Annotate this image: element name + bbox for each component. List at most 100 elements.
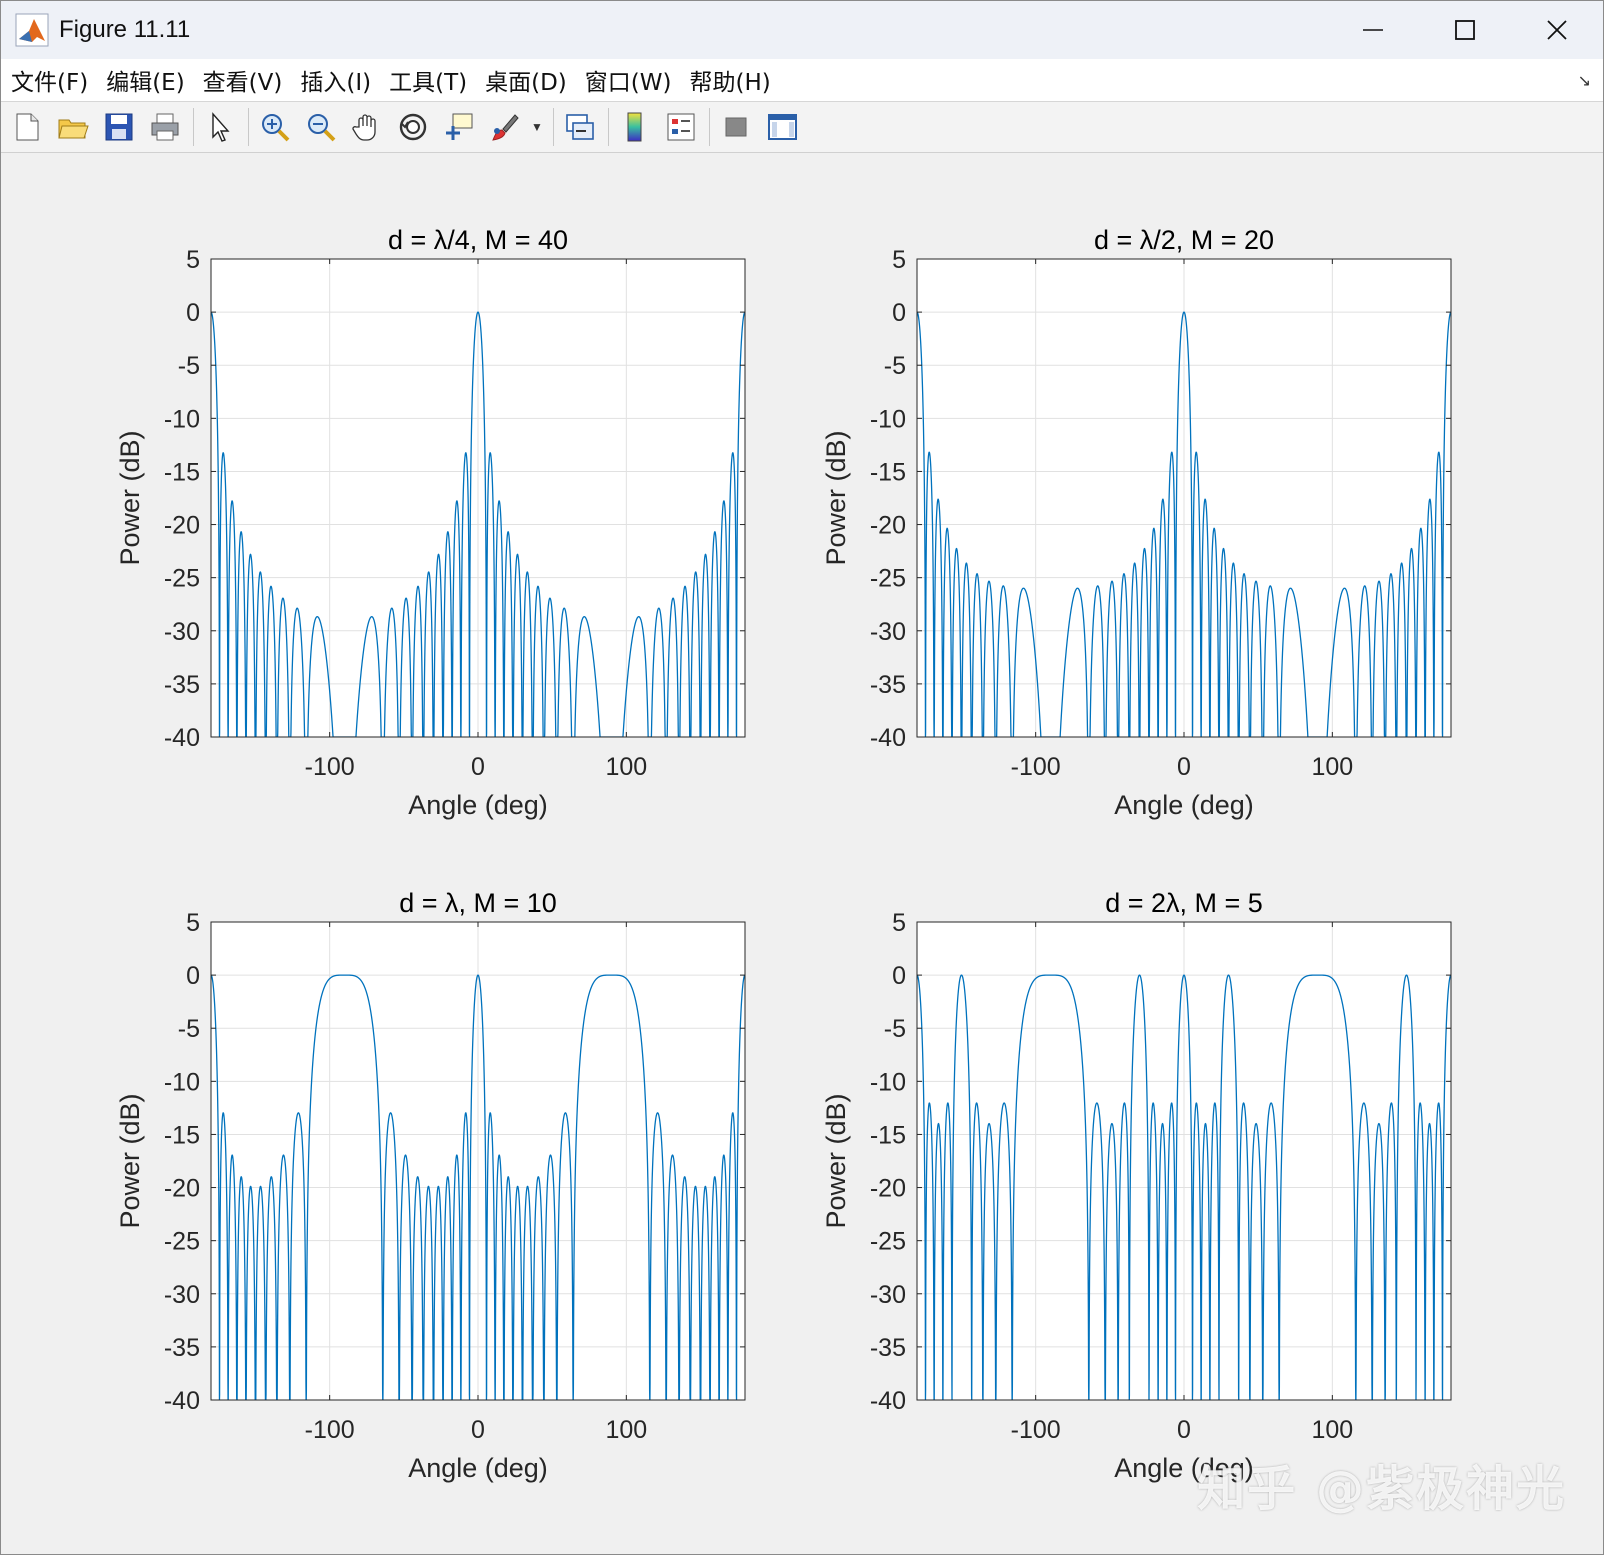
y-tick-label: 0 <box>186 962 200 990</box>
y-tick-label: 0 <box>186 299 200 327</box>
toolbar-separator <box>193 108 194 146</box>
toolbar-separator <box>553 108 554 146</box>
subplot-4[interactable]: -100 0 100 5 0 -5 -10 -15 -20 -25 -30 -35 -40 d = 2λ,… <box>821 888 1452 1483</box>
matlab-logo-icon <box>15 13 49 47</box>
x-tick-label: 100 <box>1311 753 1353 781</box>
rotate-3d-button[interactable] <box>393 107 433 147</box>
insert-legend-button[interactable] <box>661 107 701 147</box>
watermark-text: 知乎 @紫极神光 <box>1197 1461 1566 1517</box>
x-tick-label: 100 <box>605 1416 647 1444</box>
maximize-button[interactable] <box>1419 1 1511 59</box>
open-file-button[interactable] <box>53 107 93 147</box>
y-tick-label: -35 <box>164 1334 200 1362</box>
y-tick-label: -40 <box>164 724 200 752</box>
x-tick-label: -100 <box>305 753 355 781</box>
y-tick-label: -5 <box>178 1015 200 1043</box>
menu-edit[interactable]: 编辑(E) <box>106 63 184 97</box>
y-tick-label: -30 <box>164 1281 200 1309</box>
x-tick-label: 0 <box>471 753 485 781</box>
y-tick-label: -20 <box>870 1175 906 1203</box>
toolbar-separator <box>608 108 609 146</box>
y-tick-label: -30 <box>164 618 200 646</box>
save-button[interactable] <box>99 107 139 147</box>
minimize-icon <box>1363 29 1383 31</box>
show-plot-tools-button[interactable] <box>762 107 802 147</box>
y-tick-label: -20 <box>164 512 200 540</box>
brush-button[interactable] <box>485 107 525 147</box>
zoom-in-icon <box>262 114 290 142</box>
x-tick-label: 0 <box>1177 1416 1191 1444</box>
y-axis-label: Power (dB) <box>821 1093 851 1228</box>
menu-view[interactable]: 查看(V) <box>203 63 283 97</box>
y-tick-label: -20 <box>870 512 906 540</box>
menu-window[interactable]: 窗口(W) <box>585 63 672 97</box>
subplot-3[interactable]: -100 0 100 5 0 -5 -10 -15 -20 -25 -30 -35 -40 d = λ, … <box>115 888 746 1483</box>
print-icon <box>151 113 179 141</box>
link-plot-button[interactable] <box>560 107 600 147</box>
hide-plot-tools-button[interactable] <box>716 107 756 147</box>
dock-arrow-icon[interactable]: ↘ <box>1578 71 1591 91</box>
figure-canvas[interactable]: -100 0 100 5 0 -5 -10 -15 -20 -25 -30 -35 -40 d = λ/4… <box>2 153 1602 1553</box>
y-tick-label: -10 <box>164 1068 200 1096</box>
toolbar-separator <box>248 108 249 146</box>
y-tick-label: -40 <box>164 1387 200 1415</box>
y-tick-label: -15 <box>870 458 906 486</box>
y-axis-label: Power (dB) <box>115 430 145 565</box>
x-axis-label: Angle (deg) <box>408 790 548 820</box>
x-tick-label: -100 <box>305 1416 355 1444</box>
y-tick-label: -35 <box>870 1334 906 1362</box>
menu-help[interactable]: 帮助(H) <box>689 63 770 97</box>
menu-file[interactable]: 文件(F) <box>11 63 88 97</box>
subplot-title: d = 2λ, M = 5 <box>1105 888 1263 918</box>
y-tick-label: -25 <box>870 565 906 593</box>
print-button[interactable] <box>145 107 185 147</box>
y-tick-label: -30 <box>870 618 906 646</box>
new-figure-button[interactable] <box>7 107 47 147</box>
y-tick-label: 5 <box>892 246 906 274</box>
rotate-3d-icon <box>399 113 427 141</box>
y-tick-label: -15 <box>164 1121 200 1149</box>
legend-icon <box>667 113 695 141</box>
subplot-2[interactable]: -100 0 100 5 0 -5 -10 -15 -20 -25 -30 -35 -40 d = λ/2… <box>821 225 1452 820</box>
y-tick-label: -25 <box>870 1228 906 1256</box>
x-tick-label: -100 <box>1011 1416 1061 1444</box>
colorbar-icon <box>627 112 642 142</box>
y-tick-label: -10 <box>870 1068 906 1096</box>
pan-button[interactable] <box>347 107 387 147</box>
figure-window: Figure 11.11 文件(F) 编辑(E) 查看(V) 插入(I) 工具(… <box>0 0 1604 1555</box>
menu-insert[interactable]: 插入(I) <box>300 63 371 97</box>
window-controls <box>1327 1 1603 59</box>
new-figure-icon <box>16 113 39 141</box>
menu-desktop[interactable]: 桌面(D) <box>485 63 567 97</box>
y-tick-label: -40 <box>870 1387 906 1415</box>
subplot-1[interactable]: -100 0 100 5 0 -5 -10 -15 -20 -25 -30 -35 -40 d = λ/4… <box>115 225 746 820</box>
y-tick-label: -30 <box>870 1281 906 1309</box>
x-tick-label: -100 <box>1011 753 1061 781</box>
title-bar[interactable]: Figure 11.11 <box>1 1 1603 59</box>
zoom-out-button[interactable] <box>301 107 341 147</box>
y-axis-label: Power (dB) <box>821 430 851 565</box>
y-tick-label: -25 <box>164 565 200 593</box>
maximize-icon <box>1455 20 1475 40</box>
minimize-button[interactable] <box>1327 1 1419 59</box>
data-cursor-button[interactable] <box>439 107 479 147</box>
edit-plot-button[interactable] <box>200 107 240 147</box>
y-tick-label: -5 <box>884 1015 906 1043</box>
y-tick-label: -15 <box>870 1121 906 1149</box>
y-tick-label: -15 <box>164 458 200 486</box>
y-tick-label: -25 <box>164 1228 200 1256</box>
close-button[interactable] <box>1511 1 1603 59</box>
y-tick-label: -10 <box>164 405 200 433</box>
insert-colorbar-button[interactable] <box>615 107 655 147</box>
y-tick-label: 0 <box>892 962 906 990</box>
x-axis-label: Angle (deg) <box>1114 790 1254 820</box>
hide-plot-tools-icon <box>725 117 747 137</box>
menu-tools[interactable]: 工具(T) <box>389 63 467 97</box>
x-axis-label: Angle (deg) <box>408 1453 548 1483</box>
y-tick-label: -35 <box>164 671 200 699</box>
zoom-in-button[interactable] <box>255 107 295 147</box>
x-tick-label: 0 <box>1177 753 1191 781</box>
y-tick-label: -5 <box>178 352 200 380</box>
toolbar-separator <box>709 108 710 146</box>
brush-dropdown-arrow[interactable]: ▼ <box>531 120 545 134</box>
